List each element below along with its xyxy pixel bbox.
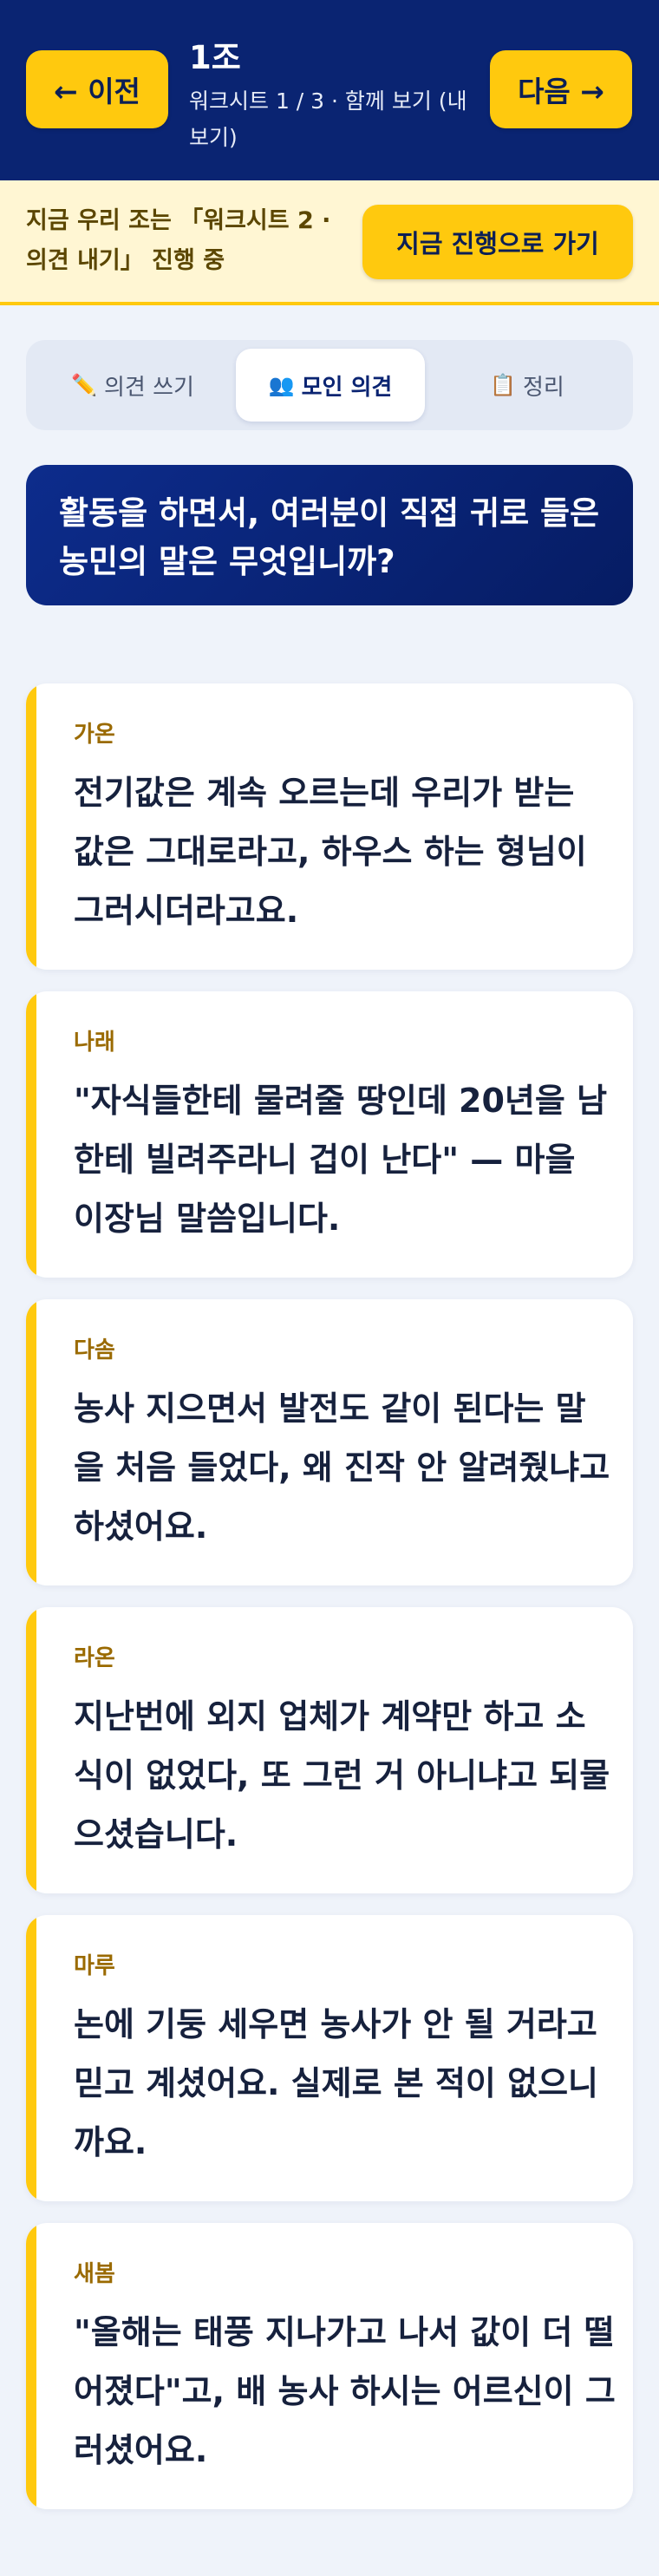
go-to-current-button[interactable]: 지금 진행으로 가기 xyxy=(362,205,633,279)
tab-summary[interactable]: 📋 정리 xyxy=(430,349,624,422)
tab-label: 모인 의견 xyxy=(301,374,393,401)
group-title: 1조 xyxy=(189,39,241,76)
author-name: 라온 xyxy=(74,1645,115,1671)
opinion-card: 라온 지난번에 외지 업체가 계약만 하고 소식이 없었다, 또 그런 거 아니… xyxy=(26,1607,633,1893)
author-name: 다솜 xyxy=(74,1337,115,1363)
tab-collected-opinions[interactable]: 👥 모인 의견 xyxy=(236,349,425,422)
author-name: 가온 xyxy=(74,722,115,748)
author-name: 나래 xyxy=(74,1030,115,1056)
prev-button[interactable]: ← 이전 xyxy=(26,50,168,128)
author-name: 마루 xyxy=(74,1953,115,1979)
opinion-text: 전기값은 계속 오르는데 우리가 받는 값은 그대로라고, 하우스 하는 형님이… xyxy=(74,774,587,930)
opinion-card: 새봄 "올해는 태풍 지나가고 나서 값이 더 떨어졌다"고, 배 농사 하시는… xyxy=(26,2223,633,2509)
tab-label: 의견 쓰기 xyxy=(103,374,194,401)
opinion-card: 다솜 농사 지으면서 발전도 같이 된다는 말을 처음 들었다, 왜 진작 안 … xyxy=(26,1299,633,1585)
opinion-text: 논에 기둥 세우면 농사가 안 될 거라고 믿고 계셨어요. 실제로 본 적이 … xyxy=(74,2005,598,2161)
banner-text: 지금 우리 조는 「워크시트 2 · 의견 내기」 진행 중 xyxy=(26,207,331,274)
opinion-card: 마루 논에 기둥 세우면 농사가 안 될 거라고 믿고 계셨어요. 실제로 본 … xyxy=(26,1915,633,2201)
tab-label: 정리 xyxy=(523,374,564,401)
people-icon: 👥 xyxy=(268,373,295,397)
opinion-card: 가온 전기값은 계속 오르는데 우리가 받는 값은 그대로라고, 하우스 하는 … xyxy=(26,683,633,970)
opinion-text: "자식들한테 물려줄 땅인데 20년을 남한테 빌려주라니 겁이 난다" — 마… xyxy=(74,1082,608,1238)
next-button[interactable]: 다음 → xyxy=(490,50,632,128)
clipboard-icon: 📋 xyxy=(490,373,517,397)
opinion-text: 지난번에 외지 업체가 계약만 하고 소식이 없었다, 또 그런 거 아니냐고 … xyxy=(74,1697,610,1854)
view-tabs: ✏️ 의견 쓰기 👥 모인 의견 📋 정리 xyxy=(26,340,633,430)
worksheet-subtitle: 워크시트 1 / 3 · 함께 보기 (내 보기) xyxy=(189,88,467,150)
question-card: 활동을 하면서, 여러분이 직접 귀로 들은 농민의 말은 무엇입니까? xyxy=(26,465,633,605)
opinion-text: "올해는 태풍 지나가고 나서 값이 더 떨어졌다"고, 배 농사 하시는 어르… xyxy=(74,2313,616,2469)
author-name: 새봄 xyxy=(74,2261,115,2287)
tab-write-opinion[interactable]: ✏️ 의견 쓰기 xyxy=(35,349,231,422)
opinion-text: 농사 지으면서 발전도 같이 된다는 말을 처음 들었다, 왜 진작 안 알려줬… xyxy=(74,1389,610,1546)
pencil-icon: ✏️ xyxy=(71,373,97,397)
opinion-card: 나래 "자식들한테 물려줄 땅인데 20년을 남한테 빌려주라니 겁이 난다" … xyxy=(26,991,633,1278)
